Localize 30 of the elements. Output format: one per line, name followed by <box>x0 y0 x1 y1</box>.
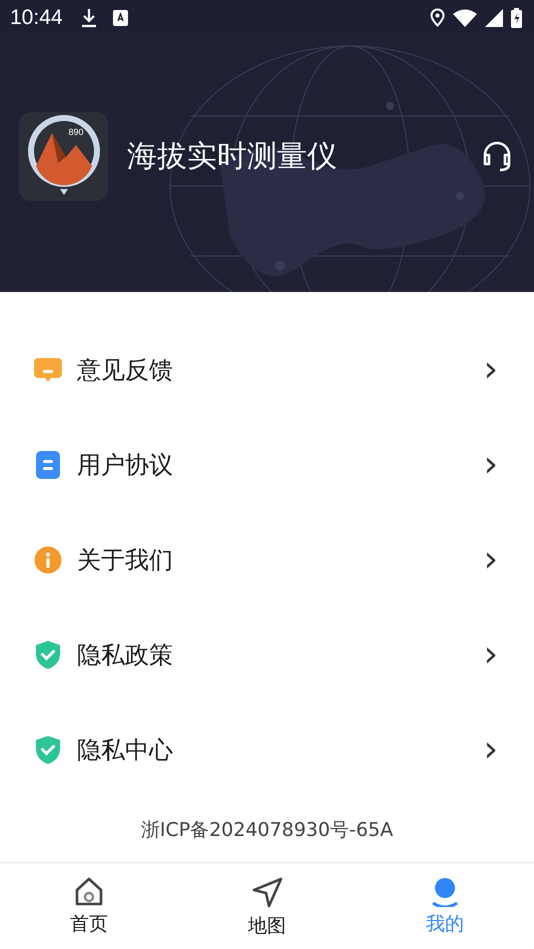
wifi-icon <box>453 8 477 27</box>
chevron-icon: › <box>484 732 498 768</box>
battery-icon <box>511 8 522 28</box>
menu-item[interactable]: 关于我们 › <box>0 512 534 608</box>
shield-check-icon <box>34 734 62 765</box>
nav-tab[interactable]: 我的 <box>356 863 534 949</box>
chevron-icon: › <box>484 352 498 388</box>
logo-reading: 890 <box>68 127 84 138</box>
chevron-icon: › <box>484 542 498 578</box>
menu-item[interactable]: 意见反馈 › <box>0 322 534 418</box>
document-icon <box>35 450 61 480</box>
menu-item[interactable]: 隐私中心 › <box>0 702 534 798</box>
app-title: 海拔实时测量仪 <box>127 138 338 176</box>
chevron-icon: › <box>484 446 498 483</box>
chevron-icon: › <box>484 636 498 673</box>
location-icon <box>430 8 445 28</box>
navigation-arrow-icon <box>251 877 283 910</box>
status-time: 10:44 <box>10 6 63 30</box>
person-icon <box>430 877 460 908</box>
menu-item[interactable]: 用户协议 › <box>0 417 534 512</box>
info-icon <box>34 546 62 574</box>
keyboard-icon <box>112 10 128 26</box>
icp-number: 浙ICP备2024078930号-65A <box>140 818 394 843</box>
nav-tab[interactable]: 首页 <box>0 863 178 949</box>
menu-item[interactable]: 隐私政策 › <box>0 607 534 702</box>
shield-check-icon <box>34 640 62 670</box>
nav-tab[interactable]: 地图 <box>178 863 356 949</box>
home-icon <box>74 877 104 908</box>
signal-icon <box>485 8 503 27</box>
download-icon <box>80 8 97 28</box>
